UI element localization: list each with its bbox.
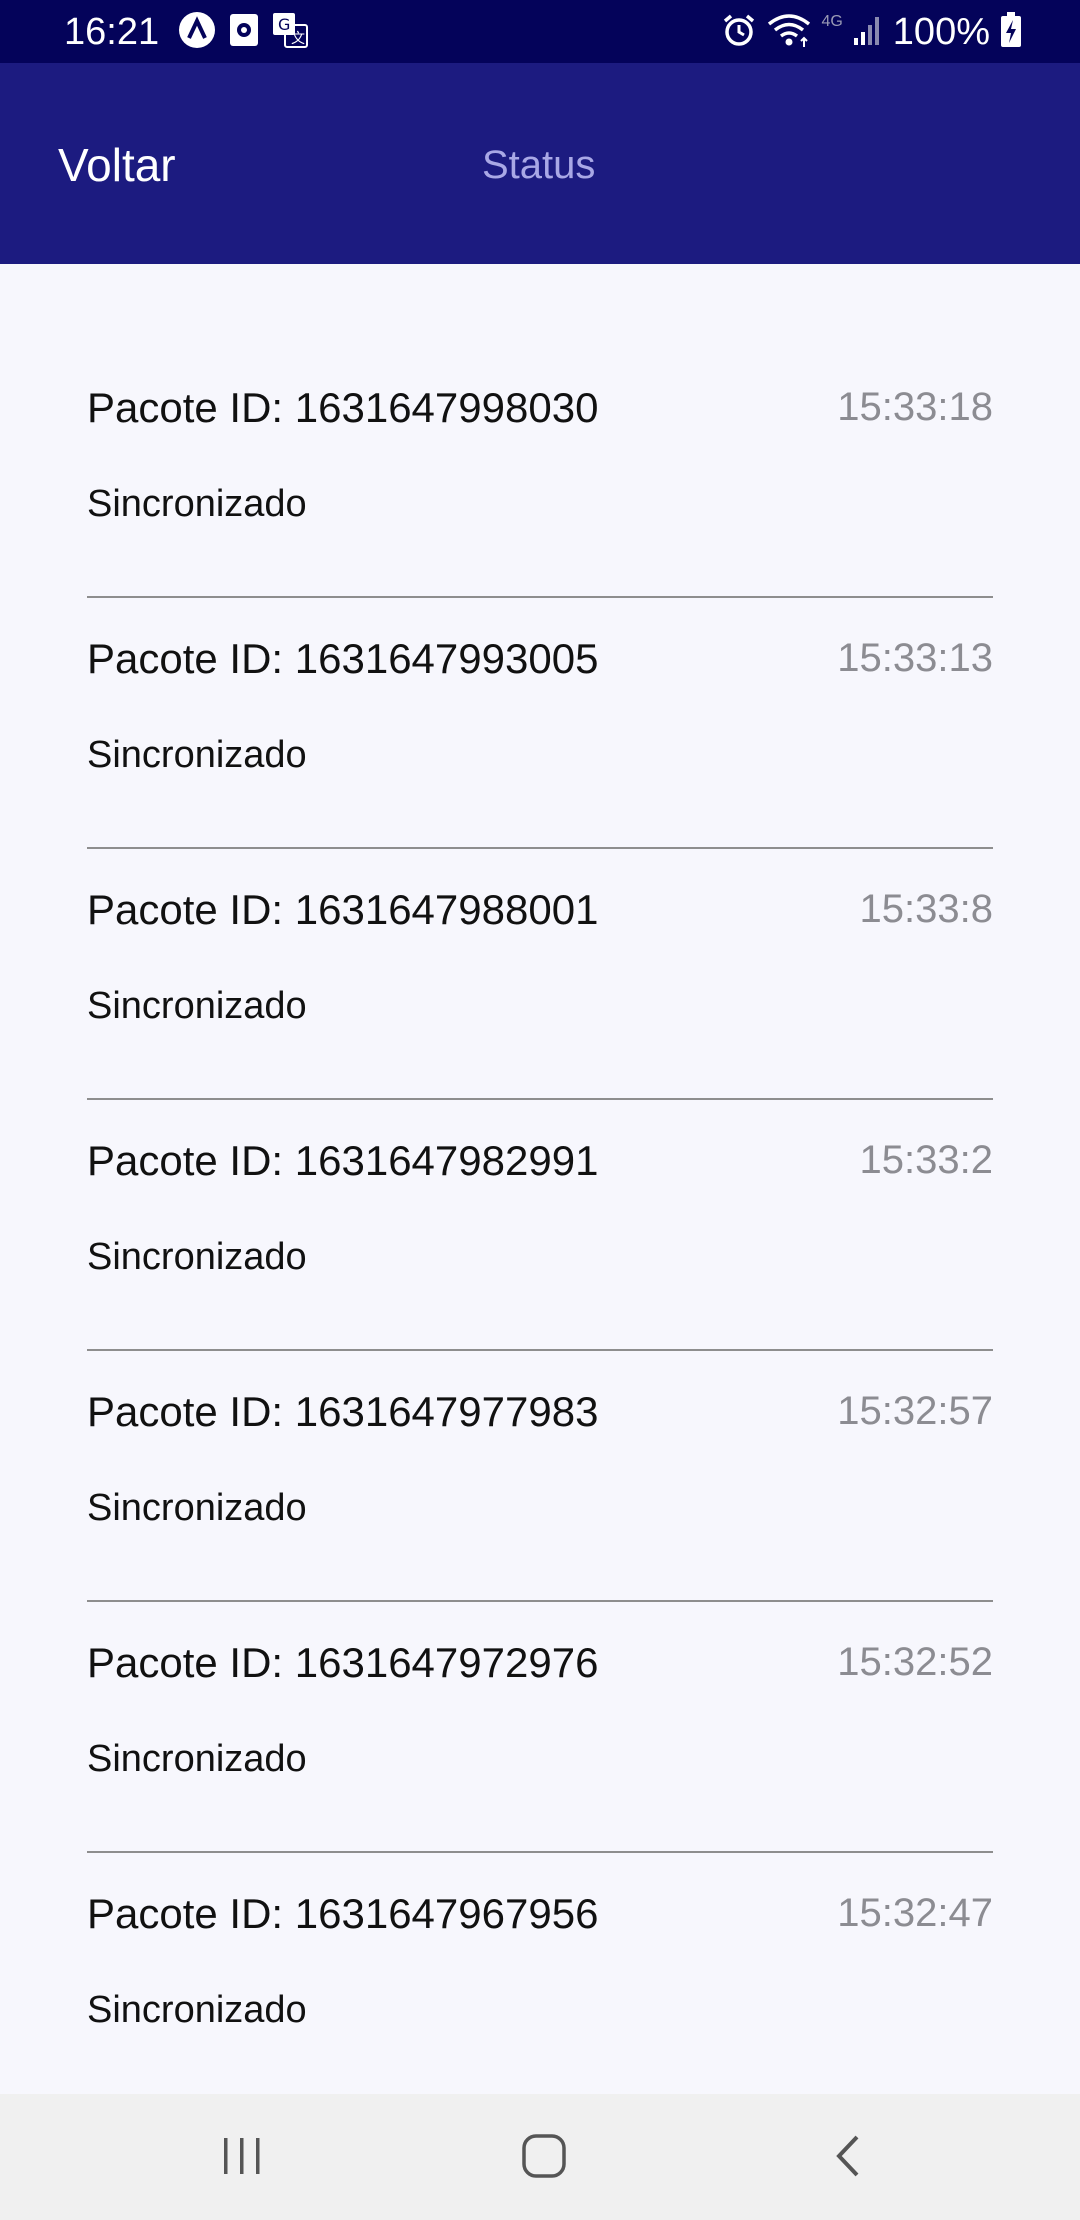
list-item[interactable]: Pacote ID: 1631647988001 15:33:8 Sincroniz… xyxy=(87,849,993,1100)
back-nav-button[interactable] xyxy=(818,2128,878,2188)
packet-status: Sincronizado xyxy=(87,1236,307,1278)
packet-status: Sincronizado xyxy=(87,1989,307,2031)
translate-icon: G 文 xyxy=(272,12,308,53)
screen-icon xyxy=(229,13,259,52)
packet-status: Sincronizado xyxy=(87,1738,307,1780)
back-button[interactable]: Voltar xyxy=(58,138,176,192)
navigation-bar xyxy=(0,2094,1080,2220)
list-item[interactable]: Pacote ID: 1631647982991 15:33:2 Sincroniz… xyxy=(87,1100,993,1351)
status-bar: 16:21 G 文 4G 100% xyxy=(0,0,1080,63)
packet-list[interactable]: Pacote ID: 1631647998030 15:33:18 Sincroni… xyxy=(0,264,1080,2094)
list-item[interactable]: Pacote ID: 1631647977983 15:32:57 Sincroni… xyxy=(87,1351,993,1602)
status-left-icons: G 文 xyxy=(178,11,308,54)
packet-id: Pacote ID: 1631647982991 xyxy=(87,1137,599,1184)
packet-time: 15:32:57 xyxy=(837,1389,993,1433)
home-icon xyxy=(521,2133,567,2184)
signal-icon xyxy=(853,14,883,51)
battery-percentage: 100% xyxy=(892,11,990,53)
packet-status: Sincronizado xyxy=(87,734,307,776)
packet-time: 15:33:13 xyxy=(837,636,993,680)
home-button[interactable] xyxy=(514,2128,574,2188)
packet-time: 15:32:47 xyxy=(837,1891,993,1935)
wifi-icon xyxy=(767,12,811,53)
packet-time: 15:33:8 xyxy=(859,887,993,931)
packet-id: Pacote ID: 1631647998030 xyxy=(87,384,599,431)
svg-text:G: G xyxy=(278,15,290,34)
app-bar: Voltar Status xyxy=(0,63,1080,264)
recent-apps-button[interactable] xyxy=(212,2128,272,2188)
list-item[interactable]: Pacote ID: 1631647993005 15:33:13 Sincroni… xyxy=(87,598,993,849)
packet-id: Pacote ID: 1631647977983 xyxy=(87,1388,599,1435)
assistant-icon xyxy=(178,11,216,54)
packet-status: Sincronizado xyxy=(87,483,307,525)
alarm-icon xyxy=(721,12,757,53)
network-type: 4G xyxy=(821,13,843,30)
packet-id: Pacote ID: 1631647967956 xyxy=(87,1890,599,1937)
status-time: 16:21 xyxy=(64,11,160,53)
page-title: Status xyxy=(482,143,596,187)
packet-status: Sincronizado xyxy=(87,985,307,1027)
list-item[interactable]: Pacote ID: 1631647998030 15:33:18 Sincroni… xyxy=(87,347,993,598)
status-right: 4G 100% xyxy=(721,9,1022,55)
packet-time: 15:33:18 xyxy=(837,385,993,429)
list-item[interactable]: Pacote ID: 1631647972976 15:32:52 Sincroni… xyxy=(87,1602,993,1853)
battery-charging-icon xyxy=(1000,11,1022,53)
packet-list-inner: Pacote ID: 1631647998030 15:33:18 Sincroni… xyxy=(87,347,993,2094)
svg-text:文: 文 xyxy=(291,31,305,47)
packet-time: 15:32:52 xyxy=(837,1640,993,1684)
packet-status: Sincronizado xyxy=(87,1487,307,1529)
packet-id: Pacote ID: 1631647993005 xyxy=(87,635,599,682)
packet-time: 15:33:2 xyxy=(859,1138,993,1182)
recent-apps-icon xyxy=(220,2136,264,2181)
packet-id: Pacote ID: 1631647972976 xyxy=(87,1639,599,1686)
list-item[interactable]: Pacote ID: 1631647967956 15:32:47 Sincroni… xyxy=(87,1853,993,2094)
packet-id: Pacote ID: 1631647988001 xyxy=(87,886,599,933)
back-icon xyxy=(831,2133,865,2184)
